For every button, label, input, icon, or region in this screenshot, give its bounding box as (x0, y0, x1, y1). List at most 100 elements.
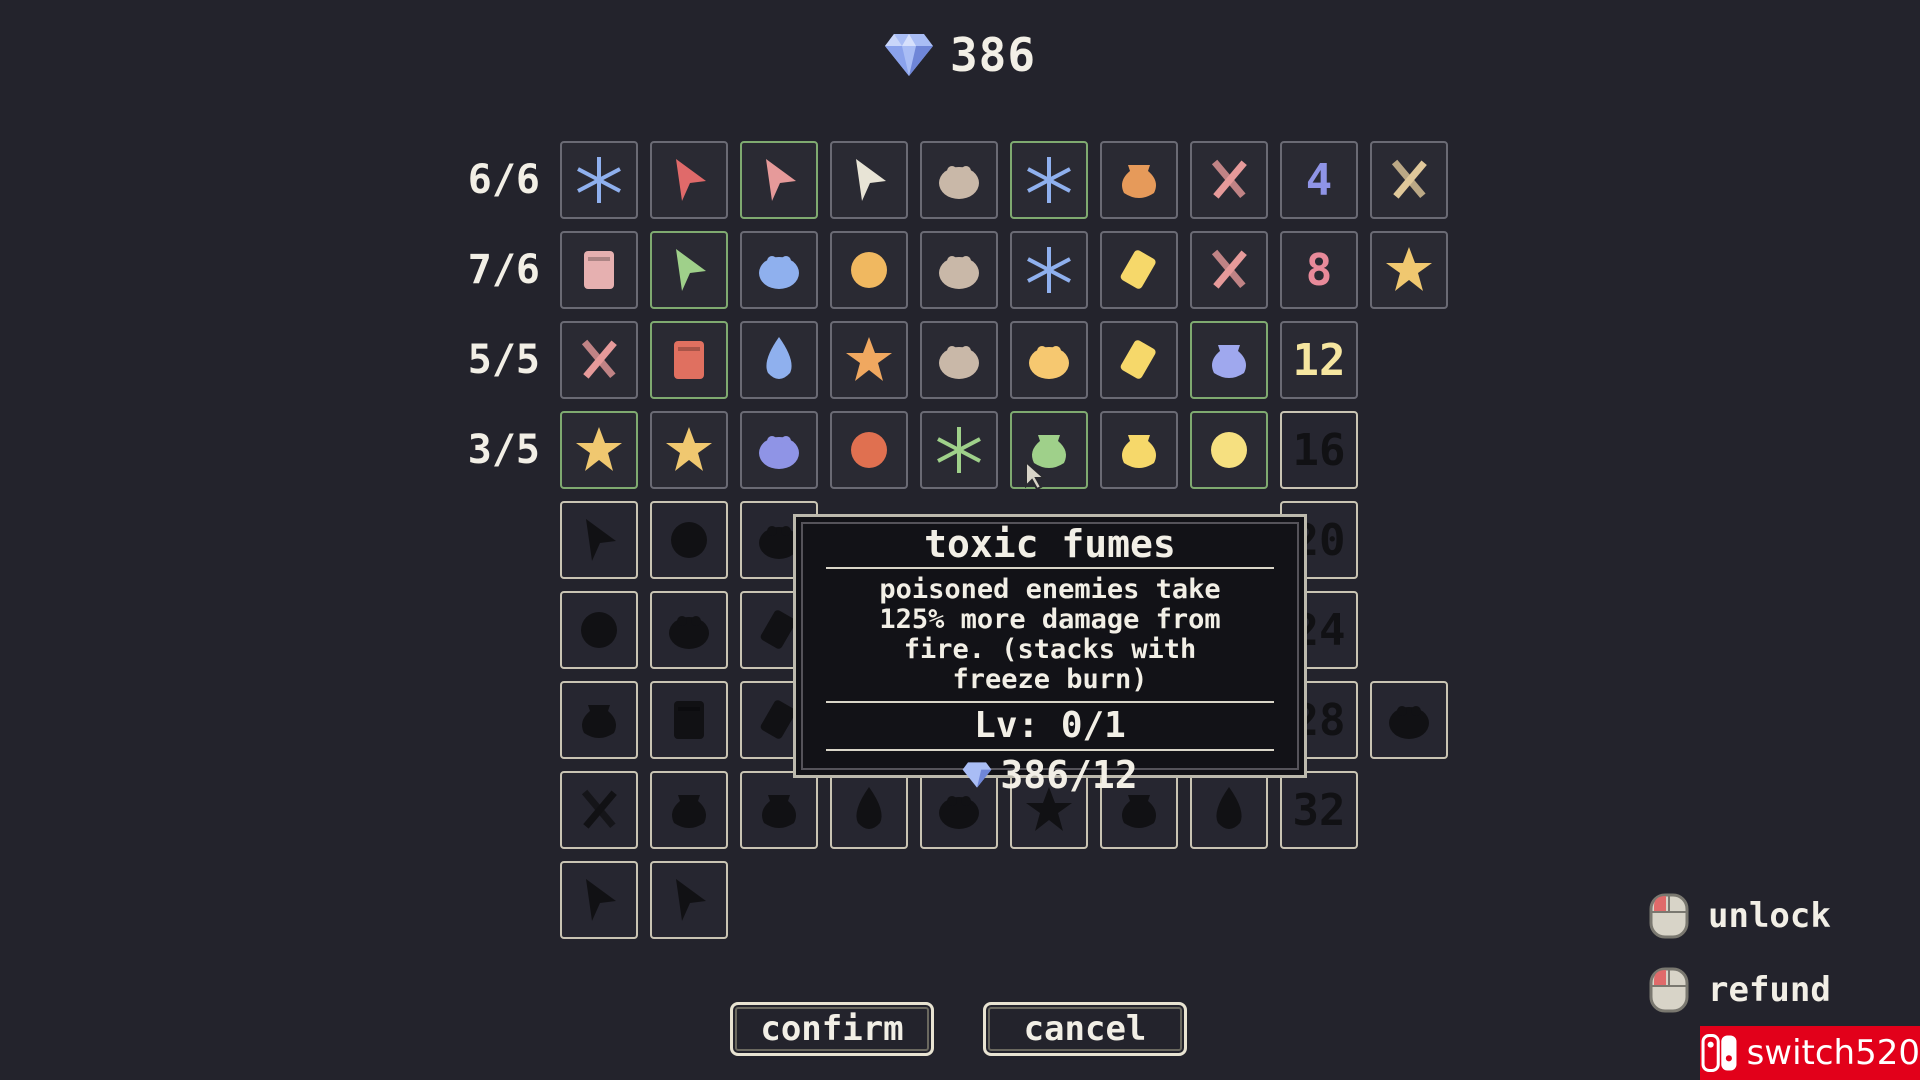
snowflake-icon (577, 157, 621, 203)
upgrade-slot[interactable] (1190, 231, 1268, 309)
upgrade-slot[interactable] (830, 321, 908, 399)
fire-scroll-icon (674, 341, 704, 379)
upgrade-slot[interactable]: 12 (1280, 321, 1358, 399)
upgrade-slot[interactable] (650, 861, 728, 939)
upgrade-slot[interactable] (920, 321, 998, 399)
legend-refund: refund (1648, 966, 1831, 1014)
confirm-button[interactable]: confirm (730, 1002, 934, 1056)
upgrade-slot[interactable] (1100, 411, 1178, 489)
tooltip-description-line: 125% more damage from (879, 604, 1221, 635)
upgrade-slot[interactable] (650, 231, 728, 309)
scroll-icon (584, 251, 614, 289)
fire-ring-icon (851, 432, 887, 468)
tooltip-cost: 386/12 (796, 755, 1304, 795)
upgrade-slot[interactable] (560, 771, 638, 849)
upgrade-slot[interactable] (560, 501, 638, 579)
locked-anchor-icon (671, 522, 707, 558)
switch-logo-icon (1701, 1033, 1737, 1073)
locked-bomb-icon (582, 705, 616, 738)
upgrade-count-label: 12 (1292, 334, 1346, 386)
tooltip-description-line: freeze burn) (952, 664, 1148, 695)
diamond-icon (962, 762, 992, 788)
upgrade-slot[interactable] (1010, 231, 1088, 309)
upgrade-slot[interactable] (560, 681, 638, 759)
double-arrow-icon (856, 159, 886, 201)
watermark-text: switch520 (1746, 1033, 1920, 1073)
upgrade-slot[interactable] (1100, 231, 1178, 309)
diamond-icon (884, 34, 933, 76)
upgrade-slot[interactable] (1190, 411, 1268, 489)
tooltip-level: Lv: 0/1 (974, 705, 1126, 746)
upgrade-slot[interactable] (740, 231, 818, 309)
upgrade-slot[interactable] (740, 141, 818, 219)
upgrade-slot[interactable] (740, 411, 818, 489)
upgrade-slot[interactable] (1010, 141, 1088, 219)
tooltip-divider (826, 701, 1274, 703)
upgrade-count-label: 4 (1305, 154, 1333, 206)
tooltip-title: toxic fumes (924, 522, 1176, 566)
upgrade-slot[interactable]: 8 (1280, 231, 1358, 309)
upgrade-slot[interactable] (1010, 411, 1088, 489)
locked-splash-icon (581, 612, 617, 648)
gem-counter: 386 (0, 28, 1920, 82)
water-drop-icon (766, 337, 792, 379)
blue-pot-icon (1212, 345, 1246, 378)
upgrade-slot[interactable] (650, 411, 728, 489)
upgrade-slot[interactable] (1190, 141, 1268, 219)
upgrade-slot[interactable] (650, 321, 728, 399)
tooltip-description: poisoned enemies take 125% more damage f… (796, 573, 1304, 697)
cancel-button[interactable]: cancel (983, 1002, 1187, 1056)
target-icon (851, 252, 887, 288)
upgrade-slot[interactable]: 4 (1280, 141, 1358, 219)
add-ally-icon (939, 256, 979, 289)
upgrade-slot[interactable] (650, 501, 728, 579)
gold-bar-icon (1120, 340, 1156, 379)
tooltip-divider (826, 567, 1274, 569)
mouse-right-click-icon (1649, 967, 1689, 1013)
locked-sparkle-arrow-icon (676, 879, 706, 921)
upgrade-slot[interactable] (920, 411, 998, 489)
upgrade-slot[interactable] (1370, 231, 1448, 309)
upgrade-slot[interactable] (560, 231, 638, 309)
upgrade-count-label: 8 (1305, 244, 1333, 296)
star-orb-icon (666, 427, 712, 471)
upgrade-slot[interactable] (830, 411, 908, 489)
upgrade-slot[interactable] (830, 141, 908, 219)
upgrade-slot[interactable] (1190, 321, 1268, 399)
upgrade-slot[interactable] (560, 141, 638, 219)
tooltip-divider (826, 749, 1274, 751)
locked-scroll-icon (674, 701, 704, 739)
upgrade-slot[interactable] (650, 771, 728, 849)
upgrade-slot[interactable] (650, 591, 728, 669)
crossed-blades-icon (1211, 159, 1247, 199)
upgrade-slot[interactable] (740, 321, 818, 399)
tooltip-cost-value: 386/12 (1000, 753, 1138, 797)
dagger-icon (581, 339, 617, 379)
upgrade-slot[interactable] (560, 321, 638, 399)
upgrade-slot[interactable]: 16 (1280, 411, 1358, 489)
gold-pouch-icon (1122, 435, 1156, 468)
row-label-2: 7/6 (467, 247, 540, 293)
upgrade-slot[interactable] (1370, 681, 1448, 759)
legend-refund-label: refund (1708, 970, 1831, 1010)
upgrade-slot[interactable] (1100, 321, 1178, 399)
upgrade-slot[interactable] (1370, 141, 1448, 219)
sun-icon (1211, 432, 1247, 468)
gold-bar-icon (1120, 250, 1156, 289)
toxic-tree-icon (937, 427, 981, 473)
upgrade-slot[interactable] (560, 411, 638, 489)
upgrade-slot[interactable] (650, 681, 728, 759)
upgrade-slot[interactable] (1010, 321, 1088, 399)
upgrade-slot[interactable] (920, 231, 998, 309)
tooltip-description-line: fire. (stacks with (903, 634, 1197, 665)
upgrade-slot[interactable] (560, 861, 638, 939)
upgrade-slot[interactable] (1100, 141, 1178, 219)
upgrade-slot[interactable] (920, 141, 998, 219)
upgrade-slot[interactable] (560, 591, 638, 669)
tooltip-description-line: poisoned enemies take (879, 574, 1221, 605)
upgrade-tooltip: toxic fumes poisoned enemies take 125% m… (793, 514, 1307, 795)
upgrade-slot[interactable] (830, 231, 908, 309)
upgrade-slot[interactable] (650, 141, 728, 219)
legend-unlock-label: unlock (1708, 896, 1831, 936)
star-icon (846, 337, 892, 381)
